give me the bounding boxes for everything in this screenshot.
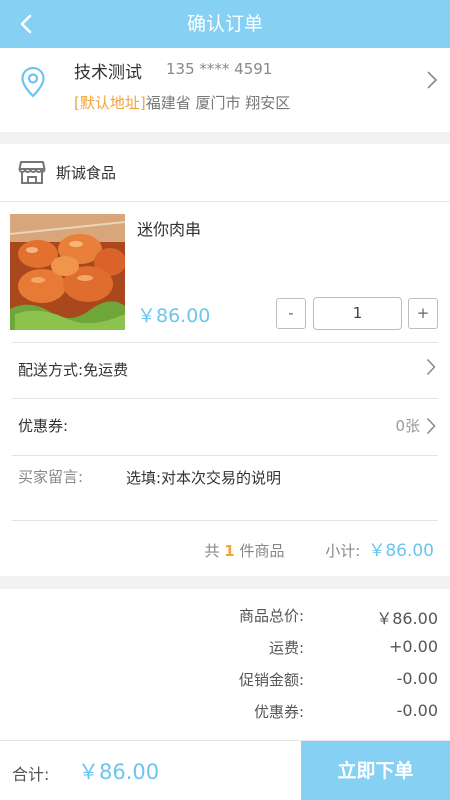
submit-order-button[interactable]: 立即下单 (301, 741, 450, 800)
location-pin-icon (21, 66, 45, 98)
total-label: 合计: (12, 765, 50, 784)
price-summary: 商品总价: ￥86.00 运费: +0.00 促销金额: -0.00 优惠券: … (0, 589, 450, 740)
summary-value: -0.00 (396, 701, 438, 720)
product-item: 迷你肉串 ￥86.00 - 1 + (0, 202, 450, 342)
address-card[interactable]: 技术测试 135 **** 4591 [默认地址]福建省 厦门市 翔安区 (0, 48, 450, 132)
quantity-decrement-button[interactable]: - (276, 298, 306, 329)
coupon-label: 优惠券: (18, 417, 69, 435)
shop-header: 斯诚食品 (0, 144, 450, 202)
summary-row: 商品总价: ￥86.00 (0, 605, 450, 629)
item-count-suffix: 件商品 (239, 542, 285, 560)
summary-value: +0.00 (388, 637, 438, 656)
summary-row: 优惠券: -0.00 (0, 701, 450, 725)
product-price: ￥86.00 (137, 305, 211, 327)
divider (12, 342, 438, 343)
summary-row: 促销金额: -0.00 (0, 669, 450, 693)
recipient-phone: 135 **** 4591 (166, 60, 273, 78)
subtotal-line: 共 1 件商品 小计: ￥86.00 (204, 536, 434, 561)
summary-label: 优惠券: (253, 703, 304, 721)
subtotal-label: 小计: (325, 542, 361, 560)
buyer-note-label: 买家留言: (18, 468, 84, 486)
delivery-value: 免运费 (83, 361, 129, 379)
divider (12, 455, 438, 456)
summary-row: 运费: +0.00 (0, 637, 450, 661)
summary-value: ￥86.00 (376, 609, 438, 628)
divider (12, 398, 438, 399)
address-line: [默认地址]福建省 厦门市 翔安区 (74, 92, 290, 113)
item-count-prefix: 共 (204, 542, 220, 560)
divider (12, 520, 438, 521)
chevron-right-icon (426, 358, 436, 376)
item-count: 1 (224, 542, 235, 560)
order-options: 配送方式:免运费 优惠券: 0张 买家留言: 共 1 件商品 小计: ￥86.00 (0, 342, 450, 576)
chevron-right-icon (426, 417, 436, 434)
summary-label: 运费: (268, 639, 304, 657)
app-header: 确认订单 (0, 0, 450, 48)
product-name: 迷你肉串 (137, 220, 202, 239)
coupon-count: 0张 (395, 417, 420, 435)
page-title: 确认订单 (186, 13, 263, 35)
summary-value: -0.00 (396, 669, 438, 688)
checkout-bar: 合计: ￥86.00 立即下单 (0, 740, 450, 800)
store-icon (18, 161, 46, 184)
quantity-increment-button[interactable]: + (408, 298, 438, 329)
default-address-tag: [默认地址] (74, 94, 146, 112)
buyer-note-input[interactable] (126, 466, 426, 490)
shop-name: 斯诚食品 (56, 164, 117, 182)
summary-label: 促销金额: (238, 671, 304, 689)
chevron-right-icon (427, 71, 438, 89)
recipient-name: 技术测试 (74, 63, 142, 83)
subtotal-value: ￥86.00 (368, 541, 434, 561)
summary-label: 商品总价: (238, 607, 304, 625)
quantity-field[interactable]: 1 (313, 297, 402, 330)
product-image (10, 214, 125, 330)
address-region: 福建省 厦门市 翔安区 (145, 94, 291, 112)
delivery-label: 配送方式: (18, 361, 84, 379)
total-value: ￥86.00 (78, 760, 160, 784)
